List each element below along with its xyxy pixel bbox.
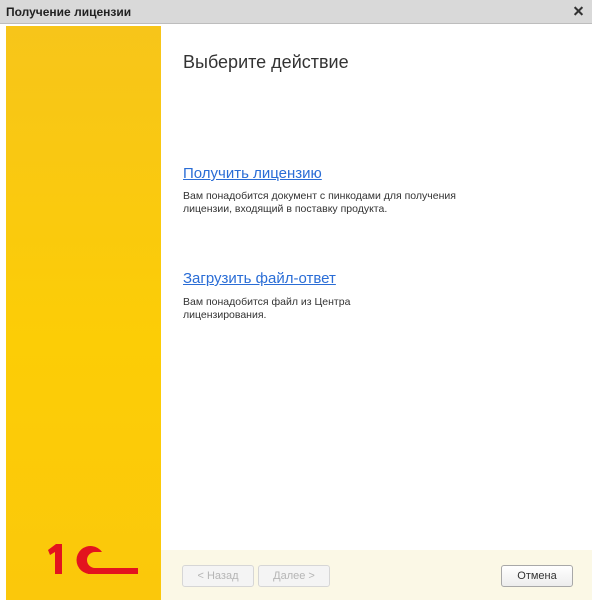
brand-sidebar (6, 26, 161, 600)
window-title: Получение лицензии (6, 5, 132, 19)
next-button[interactable]: Далее > (258, 565, 330, 587)
content-area: Выберите действие Получить лицензию Вам … (161, 26, 592, 550)
get-license-link[interactable]: Получить лицензию (183, 165, 322, 182)
title-bar: Получение лицензии (0, 0, 592, 24)
cancel-button[interactable]: Отмена (501, 565, 573, 587)
license-dialog: Получение лицензии Выберите действие Пол… (0, 0, 592, 600)
description-line: Вам понадобится файл из Центра (183, 296, 351, 308)
get-license-description: Вам понадобится документ с пинкодами для… (183, 190, 503, 216)
1c-logo (48, 544, 138, 574)
upload-response-file-link[interactable]: Загрузить файл-ответ (183, 270, 336, 287)
page-title: Выберите действие (183, 52, 349, 72)
description-line: Вам понадобится документ с пинкодами для… (183, 190, 456, 202)
back-button[interactable]: < Назад (182, 565, 254, 587)
description-line: лицензии, входящий в поставку продукта. (183, 203, 388, 215)
close-icon[interactable] (570, 3, 586, 19)
description-line: лицензирования. (183, 309, 267, 321)
button-bar: < Назад Далее > Отмена (161, 550, 592, 600)
upload-response-description: Вам понадобится файл из Центра лицензиро… (183, 296, 373, 322)
